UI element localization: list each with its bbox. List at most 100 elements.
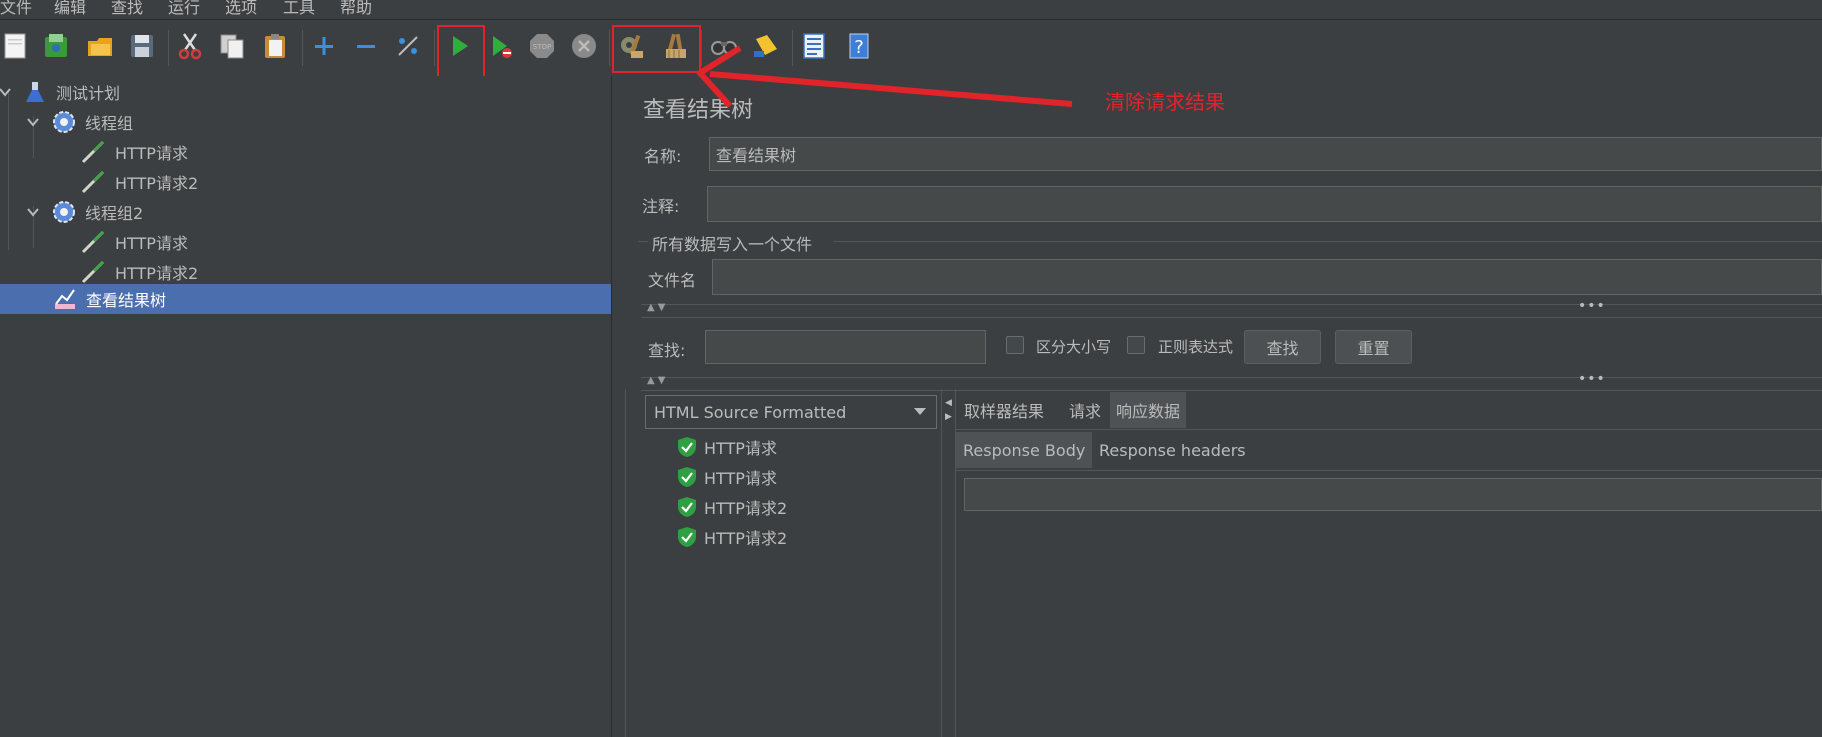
- copy-icon[interactable]: [216, 30, 248, 62]
- subtab-response-body[interactable]: Response Body: [956, 432, 1093, 468]
- success-shield-icon: [678, 467, 696, 487]
- result-item-label: HTTP请求2: [704, 529, 788, 548]
- menubar: 文件 编辑 查找 运行 选项 工具 帮助: [0, 0, 1822, 18]
- chevron-down-icon: [914, 408, 926, 415]
- clear-buttons-highlight: [612, 25, 701, 73]
- menu-run[interactable]: 运行: [168, 0, 200, 18]
- tree-item-http-request-2[interactable]: HTTP请求2: [0, 167, 611, 196]
- success-shield-icon: [678, 437, 696, 457]
- chevron-down-icon[interactable]: [26, 115, 40, 129]
- tab-request[interactable]: 请求: [1063, 392, 1107, 428]
- search-input[interactable]: [705, 330, 986, 364]
- menu-options[interactable]: 选项: [225, 0, 257, 18]
- thread-group-icon: [51, 199, 77, 225]
- function-helper-icon[interactable]: [798, 30, 830, 62]
- tree-item-label: HTTP请求2: [115, 263, 199, 283]
- splitter-handle-icon[interactable]: •••: [1578, 298, 1606, 314]
- menu-edit[interactable]: 编辑: [54, 0, 86, 18]
- splitter-arrows-icon[interactable]: ▲▼: [647, 302, 668, 313]
- comment-label: 注释:: [642, 197, 680, 216]
- new-plan-icon[interactable]: [0, 30, 32, 62]
- paste-icon[interactable]: [259, 30, 291, 62]
- case-sensitive-checkbox[interactable]: [1006, 336, 1024, 354]
- name-input[interactable]: 查看结果树: [709, 137, 1822, 171]
- collapse-icon[interactable]: [350, 30, 382, 62]
- search-button[interactable]: 查找: [1244, 330, 1321, 364]
- case-sensitive-label: 区分大小写: [1036, 338, 1112, 356]
- sampler-icon: [80, 169, 106, 195]
- tree-item-label: 线程组: [85, 113, 134, 133]
- chevron-down-icon[interactable]: [26, 205, 40, 219]
- tree-item-test-plan[interactable]: 测试计划: [0, 77, 611, 106]
- test-plan-icon: [22, 79, 48, 105]
- search-label: 查找:: [648, 341, 686, 360]
- open-icon[interactable]: [84, 30, 116, 62]
- splitter[interactable]: ▲▼ •••: [641, 298, 1822, 318]
- test-plan-tree: 测试计划 线程组 HTTP请求 HTTP请求2 线程组2 HTTP请求 HTTP…: [0, 76, 612, 737]
- templates-icon[interactable]: [40, 30, 72, 62]
- tree-item-label: 线程组2: [85, 203, 144, 223]
- result-item-label: HTTP请求: [704, 469, 777, 488]
- tab-response-data[interactable]: 响应数据: [1110, 392, 1187, 428]
- reset-search-icon[interactable]: [750, 30, 782, 62]
- splitter-arrows-icon[interactable]: ▲▼: [647, 375, 668, 386]
- sampler-icon: [80, 259, 106, 285]
- tree-item-http-request[interactable]: HTTP请求: [0, 137, 611, 166]
- filename-label: 文件名: [648, 271, 697, 290]
- tab-sampler-result[interactable]: 取样器结果: [958, 392, 1050, 428]
- split-arrows-icon[interactable]: ◀ ▶: [945, 396, 952, 424]
- response-body-search-input[interactable]: [964, 478, 1822, 511]
- reset-button[interactable]: 重置: [1335, 330, 1412, 364]
- splitter-handle-icon[interactable]: •••: [1578, 371, 1606, 387]
- sampler-icon: [80, 139, 106, 165]
- svg-text:STOP: STOP: [533, 43, 551, 51]
- tree-item-view-results-tree[interactable]: 查看结果树: [0, 284, 611, 314]
- search-icon[interactable]: [708, 30, 740, 62]
- renderer-select[interactable]: HTML Source Formatted: [645, 395, 937, 429]
- menu-file[interactable]: 文件: [0, 0, 32, 18]
- regex-checkbox[interactable]: [1127, 336, 1145, 354]
- splitter[interactable]: ▲▼ •••: [641, 371, 1822, 391]
- toolbar: STOP ?: [0, 19, 1822, 77]
- menu-help[interactable]: 帮助: [340, 0, 372, 18]
- sampler-icon: [80, 229, 106, 255]
- tree-item-label: HTTP请求2: [115, 173, 199, 193]
- svg-text:?: ?: [854, 37, 864, 58]
- tree-item-http-request-2[interactable]: HTTP请求2: [0, 257, 611, 286]
- file-group-title: 所有数据写入一个文件: [652, 235, 813, 254]
- toggle-icon[interactable]: [392, 30, 424, 62]
- thread-group-icon: [51, 109, 77, 135]
- annotation-label: 清除请求结果: [1105, 90, 1225, 114]
- menu-tools[interactable]: 工具: [283, 0, 315, 18]
- comment-input[interactable]: [707, 186, 1822, 222]
- shutdown-icon[interactable]: [568, 30, 600, 62]
- help-icon[interactable]: ?: [843, 30, 875, 62]
- page-title: 查看结果树: [643, 98, 754, 123]
- success-shield-icon: [678, 497, 696, 517]
- regex-label: 正则表达式: [1158, 338, 1234, 356]
- tree-item-thread-group-2[interactable]: 线程组2: [0, 197, 611, 226]
- chevron-down-icon[interactable]: [0, 85, 12, 99]
- tree-item-label: 测试计划: [56, 83, 121, 103]
- tree-item-http-request[interactable]: HTTP请求: [0, 227, 611, 256]
- tree-item-label: 查看结果树: [86, 291, 167, 310]
- name-label: 名称:: [644, 147, 682, 166]
- cut-icon[interactable]: [174, 30, 206, 62]
- start-no-pause-icon[interactable]: [485, 30, 517, 62]
- save-icon[interactable]: [126, 30, 158, 62]
- expand-icon[interactable]: [308, 30, 340, 62]
- start-button-highlight: [437, 25, 485, 81]
- menu-search[interactable]: 查找: [111, 0, 143, 18]
- tree-item-thread-group[interactable]: 线程组: [0, 107, 611, 136]
- tree-item-label: HTTP请求: [115, 233, 188, 253]
- success-shield-icon: [678, 527, 696, 547]
- tree-item-label: HTTP请求: [115, 143, 188, 163]
- result-item-label: HTTP请求2: [704, 499, 788, 518]
- filename-input[interactable]: [712, 259, 1822, 295]
- renderer-select-value: HTML Source Formatted: [654, 402, 847, 422]
- subtab-response-headers[interactable]: Response headers: [1093, 432, 1252, 468]
- view-results-tree-panel: 查看结果树 名称: 查看结果树 注释: 所有数据写入一个文件 文件名 ▲▼ ••…: [612, 76, 1822, 737]
- result-item-label: HTTP请求: [704, 439, 777, 458]
- stop-icon[interactable]: STOP: [526, 30, 558, 62]
- listener-icon: [52, 286, 78, 312]
